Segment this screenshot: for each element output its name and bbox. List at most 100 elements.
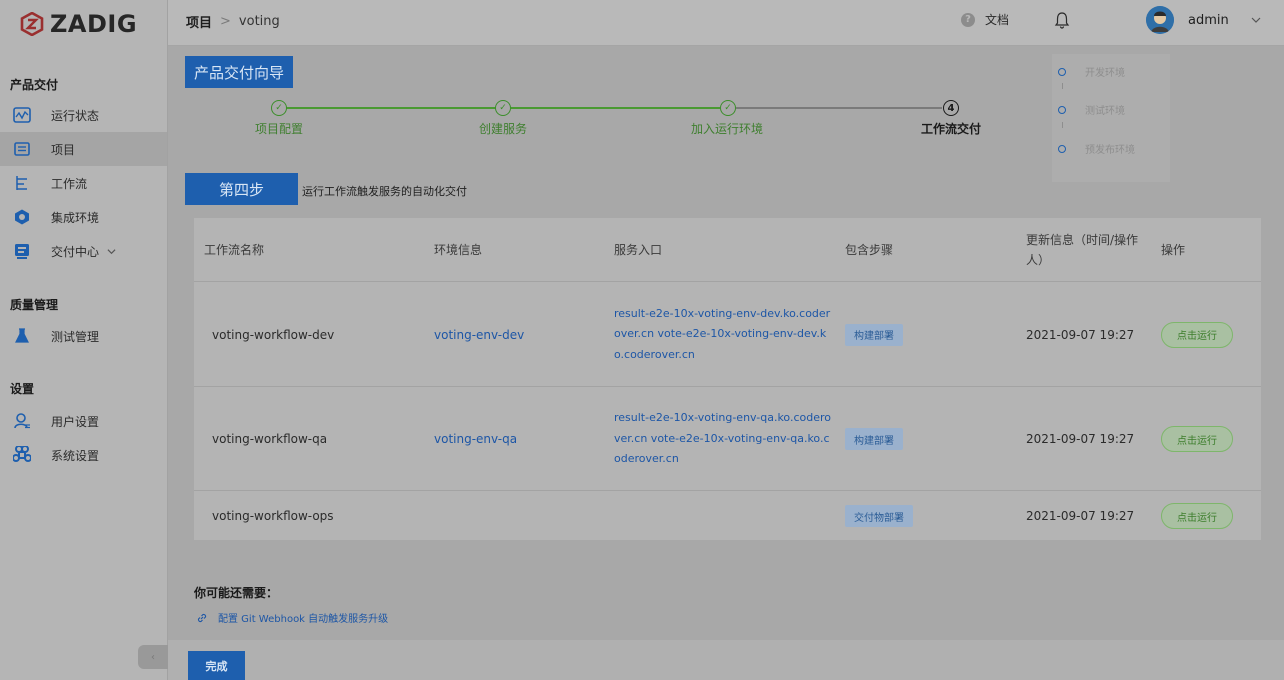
step-dot-complete: ✓ — [720, 100, 736, 116]
updated-info: 2021-09-07 19:27 — [1026, 509, 1135, 523]
activity-icon — [12, 105, 32, 125]
action-cell: 点击运行 — [1161, 387, 1233, 491]
step-cell: 构建部署 — [845, 387, 903, 491]
workflow-table: 工作流名称 环境信息 服务入口 包含步骤 更新信息（时间/操作人） 操作 vot… — [194, 218, 1261, 540]
sidebar-item-label: 运行状态 — [51, 108, 100, 123]
sidebar-item-workflow[interactable]: 工作流 — [0, 166, 167, 200]
environment-item: 开发环境 — [1058, 64, 1125, 79]
footer-bar: 完成 — [168, 640, 1284, 680]
sidebar-item-user-settings[interactable]: 用户设置 — [0, 404, 167, 438]
webhook-link[interactable]: 配置 Git Webhook 自动触发服务升级 — [196, 610, 388, 625]
user-menu[interactable]: admin — [1146, 6, 1261, 34]
step-tag: 交付物部署 — [845, 505, 913, 527]
user-settings-icon — [12, 411, 32, 431]
brand-name: ZADIG — [50, 10, 138, 38]
help-icon: ? — [961, 12, 975, 27]
step-connector — [736, 107, 942, 109]
top-bar: 项目 > voting ? 文档 admin — [168, 0, 1284, 46]
environment-list: 开发环境 测试环境 预发布环境 — [1052, 54, 1170, 182]
service-entry[interactable]: result-e2e-10x-voting-env-qa.ko.coderove… — [614, 387, 834, 491]
project-icon — [12, 139, 32, 159]
docs-link[interactable]: ? 文档 — [961, 11, 1009, 28]
chevron-down-icon — [107, 248, 116, 254]
sidebar-collapse-button[interactable]: ‹ — [138, 645, 168, 669]
sidebar-item-delivery[interactable]: 交付中心 — [0, 234, 167, 268]
environment-item: 测试环境 — [1058, 102, 1125, 117]
environment-connector — [1062, 83, 1063, 89]
column-header: 环境信息 — [434, 243, 483, 257]
docs-label: 文档 — [985, 13, 1010, 27]
circle-icon — [1058, 144, 1066, 153]
service-entry[interactable] — [614, 491, 834, 541]
sidebar-item-label: 系统设置 — [51, 448, 100, 463]
step-connector — [286, 107, 503, 109]
sidebar-item-label: 集成环境 — [51, 210, 100, 225]
logo[interactable]: ZADIG — [20, 10, 137, 38]
sidebar-item-label: 交付中心 — [51, 244, 100, 259]
environment-item: 预发布环境 — [1058, 141, 1135, 156]
environment-icon — [12, 207, 32, 227]
sidebar-item-label: 工作流 — [51, 176, 88, 191]
main-content: 产品交付向导 ✓ ✓ ✓ 4 项目配置 创建服务 加入运行环境 工作流交付 开发… — [168, 46, 1284, 680]
bell-icon[interactable] — [1054, 11, 1070, 29]
section-title-quality: 质量管理 — [10, 298, 59, 312]
breadcrumb-current: voting — [238, 14, 280, 29]
step-tag: 构建部署 — [845, 428, 903, 450]
chevron-down-icon — [1251, 17, 1261, 23]
column-header: 更新信息（时间/操作人） — [1026, 232, 1139, 267]
sidebar-item-environment[interactable]: 集成环境 — [0, 200, 167, 234]
zadig-logo-icon — [20, 12, 44, 36]
step-cell: 交付物部署 — [845, 491, 913, 541]
sidebar-item-project[interactable]: 项目 — [0, 132, 167, 166]
table-row: voting-workflow-qa voting-env-qa result-… — [194, 386, 1261, 490]
table-row: voting-workflow-ops 交付物部署 2021-09-07 19:… — [194, 490, 1261, 540]
wizard-title: 产品交付向导 — [185, 56, 294, 88]
run-button[interactable]: 点击运行 — [1161, 503, 1233, 529]
updated-info: 2021-09-07 19:27 — [1026, 327, 1135, 342]
workflow-name[interactable]: voting-workflow-ops — [212, 491, 334, 541]
run-button[interactable]: 点击运行 — [1161, 426, 1233, 452]
flask-icon — [12, 326, 32, 346]
updated-info: 2021-09-07 19:27 — [1026, 432, 1135, 446]
step-dot-complete: ✓ — [495, 100, 511, 116]
breadcrumb-separator: > — [220, 14, 231, 29]
step-label: 项目配置 — [254, 122, 303, 136]
service-entry[interactable]: result-e2e-10x-voting-env-dev.ko.coderov… — [614, 282, 834, 387]
workflow-name[interactable]: voting-workflow-qa — [212, 387, 327, 491]
section-title-delivery: 产品交付 — [10, 78, 59, 92]
breadcrumb-root[interactable]: 项目 — [186, 12, 212, 31]
step-label-current: 工作流交付 — [920, 122, 981, 136]
webhook-link-label: 配置 Git Webhook 自动触发服务升级 — [218, 614, 389, 625]
column-header: 操作 — [1161, 243, 1186, 257]
step-label: 创建服务 — [478, 122, 527, 136]
avatar — [1146, 6, 1174, 34]
circle-icon — [1058, 105, 1066, 114]
delivery-icon — [12, 241, 32, 261]
sidebar-item-label: 项目 — [51, 142, 76, 157]
column-header: 工作流名称 — [204, 243, 265, 257]
step-badge: 第四步 — [185, 173, 298, 205]
workflow-icon — [12, 173, 32, 193]
step-dot-current: 4 — [943, 100, 959, 116]
table-row: voting-workflow-dev voting-env-dev resul… — [194, 281, 1261, 386]
sidebar-item-system-settings[interactable]: 系统设置 — [0, 438, 167, 472]
workflow-name[interactable]: voting-workflow-dev — [212, 282, 334, 387]
service-entry-links[interactable]: result-e2e-10x-voting-env-dev.ko.coderov… — [614, 304, 834, 366]
environment-link[interactable]: voting-env-dev — [434, 282, 524, 387]
sidebar-item-testing[interactable]: 测试管理 — [0, 319, 167, 353]
service-entry-links[interactable]: result-e2e-10x-voting-env-qa.ko.coderove… — [614, 408, 834, 470]
done-button[interactable]: 完成 — [188, 651, 245, 680]
step-tag: 构建部署 — [845, 323, 903, 346]
command-icon — [12, 445, 32, 465]
run-button[interactable]: 点击运行 — [1161, 321, 1233, 348]
sidebar-item-status[interactable]: 运行状态 — [0, 98, 167, 132]
environment-link[interactable]: voting-env-qa — [434, 387, 517, 491]
step-connector — [511, 107, 720, 109]
user-name: admin — [1188, 12, 1229, 28]
circle-icon — [1058, 67, 1066, 76]
column-header: 服务入口 — [614, 243, 663, 257]
action-cell: 点击运行 — [1161, 282, 1233, 387]
section-title-settings: 设置 — [10, 382, 35, 396]
step-dot-complete: ✓ — [271, 100, 287, 116]
more-title: 你可能还需要： — [194, 586, 279, 600]
